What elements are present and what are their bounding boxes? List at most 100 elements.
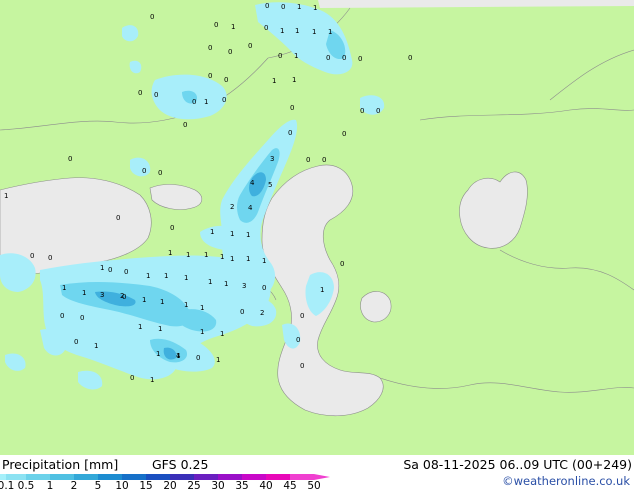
value-label: 2 xyxy=(230,203,234,211)
scale-tick-label: 15 xyxy=(139,480,153,492)
value-label: 4 xyxy=(176,352,181,360)
credit-link[interactable]: ©weatheronline.co.uk xyxy=(502,474,630,488)
scale-tick-label: 20 xyxy=(163,480,177,492)
value-label: 0 xyxy=(240,308,244,316)
value-label: 1 xyxy=(231,23,235,31)
scale-tick-label: 50 xyxy=(307,480,321,492)
value-label: 0 xyxy=(306,156,310,164)
kara-bogaz-gol xyxy=(360,291,392,323)
value-label: 1 xyxy=(100,264,104,272)
value-label: 1 xyxy=(184,301,188,309)
value-label: 0 xyxy=(222,96,226,104)
value-label: 1 xyxy=(224,280,228,288)
value-label: 0 xyxy=(80,314,84,322)
value-label: 0 xyxy=(265,2,269,10)
value-label: 1 xyxy=(138,323,142,331)
scale-tick-label: 40 xyxy=(259,480,273,492)
value-label: 1 xyxy=(156,350,160,358)
valid-time: Sa 08-11-2025 06..09 UTC (00+249) xyxy=(403,457,632,472)
value-label: 0 xyxy=(262,284,266,292)
value-label: 1 xyxy=(216,356,220,364)
value-label: 0 xyxy=(116,214,120,222)
value-label: 0 xyxy=(142,167,146,175)
value-label: 0 xyxy=(214,21,218,29)
value-label: 1 xyxy=(204,251,208,259)
value-label: 1 xyxy=(328,28,332,36)
value-label: 1 xyxy=(204,98,208,106)
value-label: 0 xyxy=(290,104,294,112)
value-label: 0 xyxy=(360,107,364,115)
scale-tick-label: 25 xyxy=(187,480,201,492)
precipitation-map[interactable]: 0 0 1 1 0 0 1 1 1 0 0 0 0 1 1 0 0 1 0 0 … xyxy=(0,0,634,455)
value-label: 0 xyxy=(296,336,300,344)
value-label: 1 xyxy=(220,253,224,261)
value-label: 0 xyxy=(248,42,252,50)
scale-tick-label: 2 xyxy=(70,480,78,492)
value-label: 0 xyxy=(408,54,412,62)
value-label: 1 xyxy=(142,296,146,304)
value-label: 1 xyxy=(158,325,162,333)
value-label: 1 xyxy=(294,52,298,60)
value-label: 1 xyxy=(262,257,266,265)
value-label: 1 xyxy=(186,251,190,259)
scale-tick-label: 0.1 xyxy=(0,480,15,492)
value-label: 0 xyxy=(108,266,112,274)
value-label: 1 xyxy=(146,272,150,280)
value-label: 5 xyxy=(268,181,272,189)
model-name: GFS 0.25 xyxy=(152,457,209,472)
scale-tick-label: 35 xyxy=(235,480,249,492)
scale-tick-label: 45 xyxy=(283,480,297,492)
value-label: 1 xyxy=(230,255,234,263)
value-label: 0 xyxy=(30,252,34,260)
value-label: 4 xyxy=(250,179,255,187)
value-label: 0 xyxy=(342,54,346,62)
value-label: 0 xyxy=(154,91,158,99)
value-label: 1 xyxy=(200,304,204,312)
value-label: 1 xyxy=(312,28,316,36)
value-label: 0 xyxy=(376,107,380,115)
value-label: 0 xyxy=(342,130,346,138)
scale-tick-label: 1 xyxy=(46,480,54,492)
value-label: 0 xyxy=(183,121,187,129)
value-label: 0 xyxy=(228,48,232,56)
value-label: 1 xyxy=(168,249,172,257)
value-label: 1 xyxy=(292,76,296,84)
value-label: 1 xyxy=(62,284,66,292)
scale-tick-label: 5 xyxy=(94,480,102,492)
value-label: 0 xyxy=(340,260,344,268)
value-label: 1 xyxy=(4,192,8,200)
value-label: 2 xyxy=(260,309,264,317)
value-label: 0 xyxy=(326,54,330,62)
value-label: 1 xyxy=(230,230,234,238)
value-label: 0 xyxy=(224,76,228,84)
value-label: 1 xyxy=(246,255,250,263)
value-label: 1 xyxy=(150,376,154,384)
value-label: 0 xyxy=(322,156,326,164)
value-label: 1 xyxy=(297,3,301,11)
value-label: 0 xyxy=(68,155,72,163)
scale-tick-label: 10 xyxy=(115,480,129,492)
value-label: 0 xyxy=(124,268,128,276)
value-label: 0 xyxy=(278,52,282,60)
value-label: 4 xyxy=(248,204,253,212)
value-label: 0 xyxy=(130,374,134,382)
value-label: 1 xyxy=(200,328,204,336)
value-label: 3 xyxy=(100,291,104,299)
value-label: 1 xyxy=(246,231,250,239)
value-label: 0 xyxy=(138,89,142,97)
value-label: 2 xyxy=(120,292,124,300)
value-label: 3 xyxy=(242,282,246,290)
value-label: 0 xyxy=(358,55,362,63)
product-title: Precipitation [mm] xyxy=(2,457,119,472)
value-label: 1 xyxy=(160,298,164,306)
value-label: 0 xyxy=(300,312,304,320)
value-label: 1 xyxy=(295,27,299,35)
value-label: 0 xyxy=(60,312,64,320)
value-label: 1 xyxy=(184,274,188,282)
value-label: 0 xyxy=(74,338,78,346)
value-label: 0 xyxy=(192,98,196,106)
value-label: 1 xyxy=(94,342,98,350)
value-label: 0 xyxy=(48,254,52,262)
value-label: 0 xyxy=(158,169,162,177)
scale-tick-label: 30 xyxy=(211,480,225,492)
